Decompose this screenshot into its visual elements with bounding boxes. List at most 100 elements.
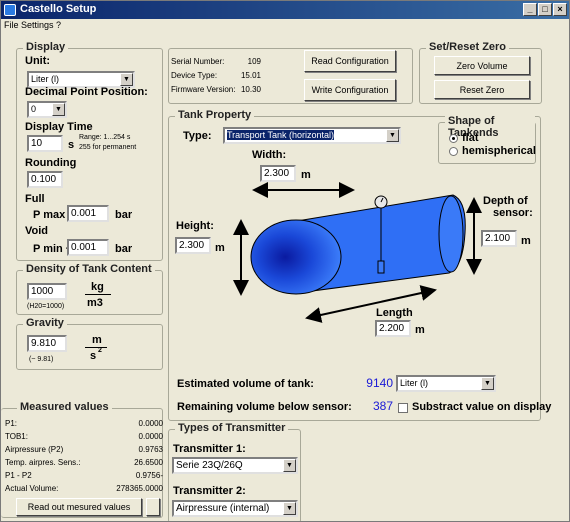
- display-group-label: Display: [23, 41, 69, 53]
- serial-label: Serial Number:: [171, 57, 225, 66]
- density-input[interactable]: 1000: [27, 283, 67, 300]
- gravity-fraction-bar: [85, 347, 107, 348]
- height-input[interactable]: 2.300: [175, 237, 211, 254]
- remaining-volume-value: 387: [372, 399, 393, 413]
- estimated-volume-unit-value: Liter (l): [400, 378, 429, 388]
- full-label: Full: [25, 193, 45, 205]
- measured-values-label: Measured values: [17, 401, 112, 413]
- measured-value-row: TOB1: 0.0000: [5, 432, 163, 443]
- measured-value-number: 26.6500: [134, 458, 163, 467]
- chevron-down-icon: ▼: [283, 502, 296, 515]
- unit-select-value: Liter (l): [31, 74, 60, 84]
- decimal-point-label: Decimal Point Position:: [25, 86, 148, 98]
- menu-settings[interactable]: Settings: [21, 20, 54, 30]
- measured-value-number: 0.9756-: [135, 471, 163, 480]
- measured-value-key: P1 - P2: [5, 471, 32, 480]
- depth-unit: m: [521, 235, 531, 247]
- decimal-point-select[interactable]: 0 ▼: [27, 101, 67, 118]
- read-configuration-button[interactable]: Read Configuration: [304, 50, 396, 72]
- height-unit: m: [215, 242, 225, 254]
- measured-value-row: Actual Volume: 278365.0000: [5, 484, 163, 495]
- depth-label-line1: Depth of: [483, 195, 528, 207]
- app-icon: [4, 4, 16, 16]
- measured-value-row: Temp. airpres. Sens.: 26.6500: [5, 458, 163, 469]
- measured-value-row: Airpressure (P2) 0.9763: [5, 445, 163, 456]
- subtract-checkbox[interactable]: [398, 403, 408, 413]
- void-label: Void: [25, 225, 49, 237]
- chevron-down-icon: ▼: [52, 103, 65, 116]
- estimated-volume-unit-select[interactable]: Liter (l) ▼: [396, 375, 496, 392]
- width-label: Width:: [252, 149, 287, 161]
- display-time-input[interactable]: 10: [27, 135, 63, 152]
- measured-value-number: 0.0000: [138, 432, 163, 441]
- measured-value-key: P1:: [5, 419, 18, 428]
- serial-value: 109: [247, 57, 261, 66]
- remaining-volume-label: Remaining volume below sensor:: [177, 401, 352, 413]
- length-label: Length: [376, 307, 413, 319]
- chevron-down-icon: ▼: [481, 377, 494, 390]
- read-out-measured-values-button[interactable]: Read out mesured values: [16, 498, 142, 516]
- width-unit: m: [301, 169, 311, 181]
- firmware-label: Firmware Version:: [171, 85, 236, 94]
- length-input[interactable]: 2.200: [375, 320, 411, 337]
- density-group-label: Density of Tank Content: [23, 263, 155, 275]
- shape-tankends-label: Shape of Tankends: [445, 115, 535, 139]
- menu-file[interactable]: File: [4, 20, 19, 30]
- reset-zero-button[interactable]: Reset Zero: [434, 80, 530, 99]
- setup-window: Castello Setup _ □ × File Settings ? Dis…: [0, 0, 570, 522]
- transmitter-2-select[interactable]: Airpressure (internal) ▼: [172, 500, 298, 517]
- measured-value-number: 0.0000: [138, 419, 163, 428]
- tank-property-label: Tank Property: [175, 109, 255, 121]
- transmitter-1-label: Transmitter 1:: [173, 443, 246, 455]
- density-note: (H20=1000): [27, 303, 65, 310]
- measured-value-row: P1 - P2 0.9756-: [5, 471, 163, 482]
- measured-value-key: Temp. airpres. Sens.:: [5, 458, 81, 467]
- estimated-volume-label: Estimated volume of tank:: [177, 378, 314, 390]
- decimal-point-value: 0: [31, 104, 37, 114]
- transmitter-1-select[interactable]: Serie 23Q/26Q ▼: [172, 457, 298, 474]
- estimated-volume-value: 9140: [366, 376, 393, 390]
- subtract-checkbox-label: Substract value on display: [412, 401, 552, 413]
- density-unit-numerator: kg: [91, 281, 104, 293]
- zero-volume-button[interactable]: Zero Volume: [434, 56, 530, 75]
- menu-help[interactable]: ?: [56, 20, 61, 30]
- depth-label-line2: sensor:: [493, 207, 533, 219]
- rounding-input[interactable]: 0.100: [27, 171, 63, 188]
- display-time-label: Display Time: [25, 121, 93, 133]
- pmin-input[interactable]: 0.001: [67, 239, 109, 256]
- measured-value-key: Actual Volume:: [5, 484, 59, 493]
- menu-bar: File Settings ?: [1, 19, 569, 33]
- firmware-value: 10.30: [240, 85, 261, 94]
- height-label: Height:: [176, 220, 214, 232]
- measured-value-number: 278365.0000: [116, 484, 163, 493]
- gravity-unit-denominator: s: [90, 350, 97, 362]
- gravity-group-label: Gravity: [23, 317, 67, 329]
- unit-label: Unit:: [25, 55, 51, 67]
- device-type-value: 15.01: [240, 71, 261, 80]
- set-reset-zero-label: Set/Reset Zero: [426, 41, 510, 53]
- minimize-button[interactable]: _: [523, 3, 537, 16]
- display-time-unit: s: [68, 139, 75, 151]
- window-title: Castello Setup: [20, 3, 97, 15]
- maximize-button[interactable]: □: [538, 3, 552, 16]
- density-fraction-bar: [85, 294, 111, 295]
- depth-input[interactable]: 2.100: [481, 230, 517, 247]
- measured-value-key: TOB1:: [5, 432, 28, 441]
- extra-small-button[interactable]: [146, 498, 160, 516]
- write-configuration-button[interactable]: Write Configuration: [304, 79, 396, 101]
- transmitter-2-label: Transmitter 2:: [173, 485, 246, 497]
- title-bar: Castello Setup _ □ ×: [1, 1, 569, 19]
- pmax-input[interactable]: 0.001: [67, 205, 109, 222]
- transmitter-group-label: Types of Transmitter: [175, 422, 289, 434]
- close-button[interactable]: ×: [553, 3, 567, 16]
- measured-value-number: 0.9763: [138, 445, 163, 454]
- gravity-unit-exponent: 2: [98, 347, 102, 354]
- device-type-label: Device Type:: [171, 71, 218, 80]
- transmitter-1-value: Serie 23Q/26Q: [176, 460, 243, 471]
- display-time-range: Range: 1...254 s: [79, 134, 131, 141]
- pmin-unit: bar: [115, 243, 133, 255]
- pmax-unit: bar: [115, 209, 133, 221]
- gravity-input[interactable]: 9.810: [27, 335, 67, 352]
- density-unit-denominator: m3: [87, 297, 103, 309]
- width-input[interactable]: 2.300: [260, 165, 296, 182]
